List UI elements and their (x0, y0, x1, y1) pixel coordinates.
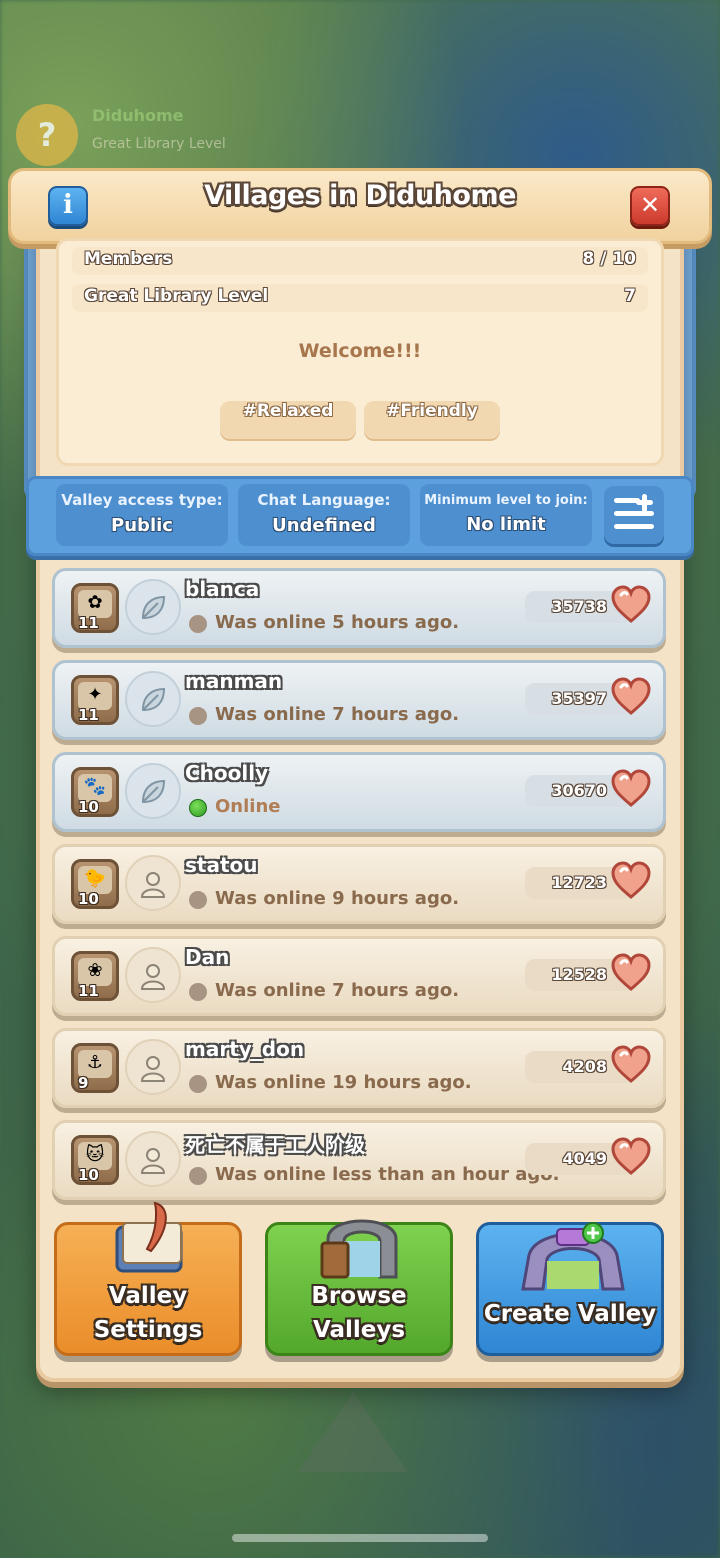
members-value: 8 / 10 (582, 249, 636, 269)
info-icon[interactable]: i (48, 186, 88, 226)
status-dot (189, 707, 207, 725)
browse-valleys-button[interactable]: Browse Valleys (265, 1219, 453, 1356)
access-type-label: Valley access type: (61, 491, 223, 509)
valley-settings-label-1: Valley (108, 1283, 188, 1309)
status-dot (189, 891, 207, 909)
member-name: 死亡不属于工人阶级 (185, 1133, 365, 1157)
valley-settings-button[interactable]: Valley Settings (54, 1201, 242, 1356)
member-name: Choolly (185, 761, 269, 785)
member-status: Was online less than an hour ago. (215, 1164, 560, 1185)
member-row[interactable]: 🐤 10 statou Was online 9 hours ago. 12723 (52, 844, 666, 924)
heart-icon (611, 585, 651, 623)
min-level-label: Minimum level to join: (424, 493, 588, 508)
member-level: 11 (78, 614, 99, 632)
person-icon (125, 1131, 181, 1187)
status-dot (189, 1167, 207, 1185)
member-row[interactable]: ✿ 11 blanca Was online 5 hours ago. 35738 (52, 568, 666, 648)
close-button[interactable]: ✕ (630, 186, 670, 226)
member-status: Was online 7 hours ago. (215, 704, 460, 725)
leaf-icon (125, 671, 181, 727)
heart-icon (611, 769, 651, 807)
avatar: ✦ 11 (71, 675, 119, 725)
member-name: blanca (185, 577, 260, 601)
leaf-icon (125, 579, 181, 635)
tag-friendly: #Friendly (364, 401, 500, 439)
avatar: 🐾 10 (71, 767, 119, 817)
access-type-field: Valley access type: Public (56, 484, 228, 546)
member-row[interactable]: 🐾 10 Choolly Online 30670 (52, 752, 666, 832)
chat-language-value: Undefined (272, 515, 376, 536)
member-level: 10 (78, 798, 99, 816)
member-name: Dan (185, 945, 230, 969)
portal-plus-icon (521, 1222, 625, 1291)
member-name: statou (185, 853, 258, 877)
avatar: ✿ 11 (71, 583, 119, 633)
create-valley-label: Create Valley (483, 1301, 657, 1327)
avatar: ❀ 11 (71, 951, 119, 1001)
status-dot (189, 983, 207, 1001)
min-level-value: No limit (466, 514, 546, 535)
member-row[interactable]: ✦ 11 manman Was online 7 hours ago. 35397 (52, 660, 666, 740)
member-level: 10 (78, 890, 99, 908)
heart-icon (611, 1137, 651, 1175)
member-level: 10 (78, 1166, 99, 1184)
person-icon (125, 855, 181, 911)
background-player-sub: Great Library Level (92, 136, 226, 152)
browse-valleys-label-1: Browse (311, 1283, 407, 1309)
heart-icon (611, 861, 651, 899)
person-icon (125, 1039, 181, 1095)
chat-language-field: Chat Language: Undefined (238, 484, 410, 546)
member-status: Was online 7 hours ago. (215, 980, 460, 1001)
valley-settings-label-2: Settings (93, 1317, 203, 1343)
status-dot (189, 1075, 207, 1093)
dialog-title: Villages in Diduhome (204, 180, 516, 211)
heart-icon (611, 1045, 651, 1083)
avatar: ⚓ 9 (71, 1043, 119, 1093)
min-level-field: Minimum level to join: No limit (420, 484, 592, 546)
sort-filter-button[interactable] (604, 486, 664, 544)
avatar: 🐱 10 (71, 1135, 119, 1185)
stone-gate-icon (320, 1219, 398, 1279)
welcome-message: Welcome!!! (298, 340, 422, 362)
member-name: marty_don (185, 1037, 305, 1061)
person-icon (125, 947, 181, 1003)
heart-icon (611, 677, 651, 715)
book-quill-icon (115, 1201, 183, 1273)
status-dot (189, 615, 207, 633)
tag-relaxed: #Relaxed (220, 401, 356, 439)
member-row[interactable]: 🐱 10 死亡不属于工人阶级 Was online less than an hour… (52, 1120, 666, 1200)
member-level: 11 (78, 706, 99, 724)
heart-icon (611, 953, 651, 991)
member-level: 11 (78, 982, 99, 1000)
chat-language-label: Chat Language: (257, 491, 391, 509)
background-player-name: Diduhome (92, 106, 184, 125)
browse-valleys-label-2: Valleys (312, 1317, 406, 1343)
create-valley-button[interactable]: Create Valley (476, 1222, 664, 1356)
member-row[interactable]: ❀ 11 Dan Was online 7 hours ago. 12528 (52, 936, 666, 1016)
status-dot (189, 799, 207, 817)
home-indicator (232, 1534, 488, 1542)
access-type-value: Public (111, 515, 173, 536)
member-row[interactable]: ⚓ 9 marty_don Was online 19 hours ago. 4208 (52, 1028, 666, 1108)
members-row: Members 8 / 10 (72, 247, 648, 275)
member-level: 9 (78, 1074, 89, 1092)
member-name: manman (185, 669, 283, 693)
library-label: Great Library Level (84, 286, 269, 306)
question-bubble-icon: ? (16, 104, 78, 166)
leaf-icon (125, 763, 181, 819)
member-status: Was online 5 hours ago. (215, 612, 460, 633)
library-value: 7 (624, 286, 636, 306)
library-row: Great Library Level 7 (72, 284, 648, 312)
member-status: Was online 19 hours ago. (215, 1072, 472, 1093)
members-label: Members (84, 249, 173, 269)
avatar: 🐤 10 (71, 859, 119, 909)
member-status: Was online 9 hours ago. (215, 888, 460, 909)
member-status: Online (215, 796, 281, 817)
